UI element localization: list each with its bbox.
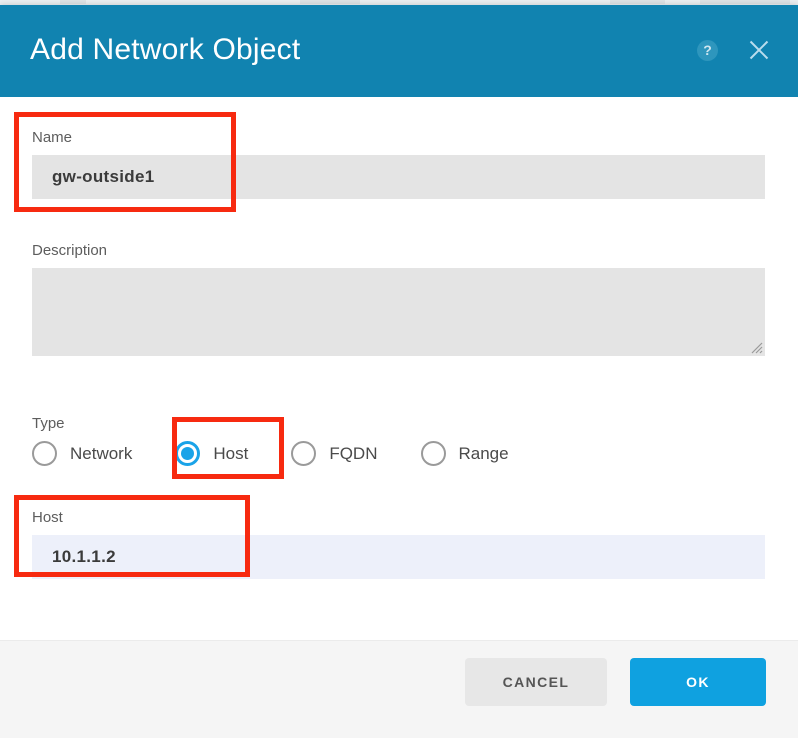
description-wrapper <box>32 268 765 356</box>
radio-circle-icon <box>420 441 446 466</box>
type-label: Type <box>32 415 65 432</box>
add-network-object-dialog: Add Network Object ? Name Description <box>0 5 798 738</box>
radio-option-host[interactable]: Host <box>175 441 248 466</box>
background-fragment <box>300 0 360 4</box>
radio-label-host: Host <box>213 443 249 463</box>
header-actions: ? <box>697 37 772 63</box>
radio-circle-icon <box>291 441 317 466</box>
type-field-group: Type Network Host FQDN Range <box>32 415 765 466</box>
ok-button[interactable]: OK <box>630 658 766 706</box>
description-textarea[interactable] <box>32 268 765 356</box>
background-fragment <box>60 0 86 4</box>
name-label: Name <box>32 129 73 146</box>
radio-label-fqdn: FQDN <box>329 443 378 463</box>
host-label: Host <box>32 509 63 526</box>
dialog-title: Add Network Object <box>30 33 301 66</box>
radio-option-range[interactable]: Range <box>420 441 509 466</box>
radio-label-range: Range <box>458 443 509 463</box>
background-fragment <box>700 0 790 4</box>
description-label: Description <box>32 242 108 259</box>
dialog-footer: CANCEL OK <box>0 640 798 738</box>
host-field-group: Host <box>32 509 765 579</box>
description-field-group: Description <box>32 242 765 356</box>
name-input[interactable] <box>32 155 765 199</box>
type-radio-row: Network Host FQDN Range <box>32 441 765 466</box>
footer-buttons: CANCEL OK <box>465 658 766 706</box>
radio-circle-selected-icon <box>175 441 201 466</box>
radio-label-network: Network <box>70 443 133 463</box>
background-fragment <box>610 0 665 4</box>
dialog-body: Name Description Type <box>0 97 798 699</box>
radio-option-network[interactable]: Network <box>32 441 132 466</box>
radio-circle-icon <box>32 441 57 466</box>
host-input[interactable] <box>32 535 765 579</box>
dialog-header: Add Network Object ? <box>0 5 798 97</box>
radio-option-fqdn[interactable]: FQDN <box>291 441 378 466</box>
help-circle-icon[interactable]: ? <box>697 39 718 61</box>
screen: Add Network Object ? Name Description <box>0 0 798 738</box>
close-icon[interactable] <box>746 37 772 63</box>
name-field-group: Name <box>32 129 765 199</box>
cancel-button[interactable]: CANCEL <box>465 658 607 706</box>
